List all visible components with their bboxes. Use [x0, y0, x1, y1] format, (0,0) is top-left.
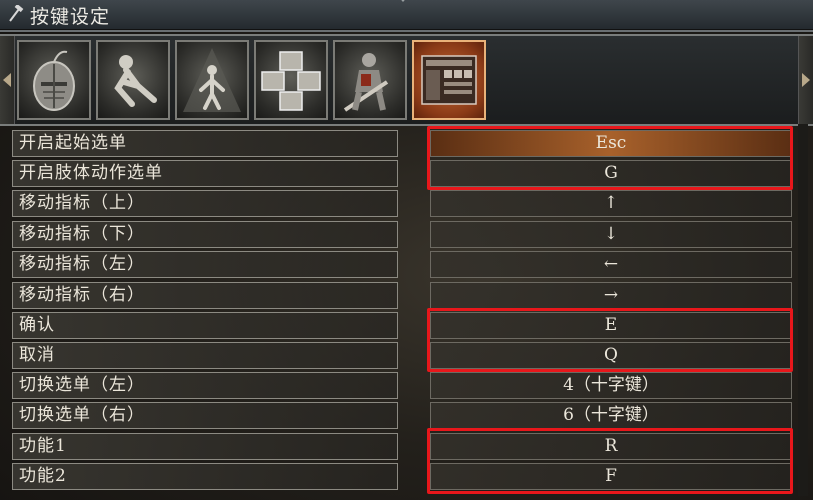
tab-character[interactable] — [175, 40, 249, 120]
tab-gesture[interactable] — [96, 40, 170, 120]
binding-action-label[interactable]: 开启起始选单 — [12, 130, 398, 157]
tab-scroll-left-button[interactable] — [0, 36, 15, 124]
binding-action-label[interactable]: 功能2 — [12, 463, 398, 490]
binding-action-label[interactable]: 取消 — [12, 342, 398, 369]
binding-key-value[interactable]: ↓ — [430, 221, 792, 248]
gesture-icon — [114, 55, 157, 107]
highlight-box — [427, 308, 793, 372]
ornament-icon — [401, 0, 405, 2]
tab-helmet[interactable] — [17, 40, 91, 120]
helmet-icon — [33, 50, 75, 111]
binding-action-label[interactable]: 移动指标（上） — [12, 190, 398, 217]
tab-key-config[interactable] — [412, 40, 486, 120]
tab-strip — [0, 34, 813, 126]
title-bar: 按键设定 — [0, 0, 813, 32]
equipment-slots-icon — [261, 51, 321, 111]
binding-action-label[interactable]: 功能1 — [12, 433, 398, 460]
binding-action-label[interactable]: 确认 — [12, 312, 398, 339]
tab-equipment[interactable] — [254, 40, 328, 120]
binding-action-label[interactable]: 移动指标（下） — [12, 221, 398, 248]
binding-key-value[interactable]: ↑ — [430, 190, 792, 217]
window-title: 按键设定 — [30, 6, 111, 28]
tab-knight[interactable] — [333, 40, 407, 120]
chevron-left-icon — [3, 73, 11, 87]
binding-action-label[interactable]: 切换选单（右） — [12, 402, 398, 429]
binding-action-label[interactable]: 切换选单（左） — [12, 372, 398, 399]
key-config-icon — [421, 55, 477, 105]
binding-key-value[interactable]: ← — [430, 251, 792, 278]
binding-action-label[interactable]: 开启肢体动作选单 — [12, 160, 398, 187]
character-icon — [183, 48, 241, 112]
binding-key-value[interactable]: 6（十字键） — [430, 402, 792, 429]
binding-key-value[interactable]: 4（十字键） — [430, 372, 792, 399]
scrollbar[interactable] — [798, 124, 808, 496]
tab-scroll-right-button[interactable] — [798, 36, 813, 124]
hammer-icon — [9, 5, 24, 22]
binding-action-label[interactable]: 移动指标（左） — [12, 251, 398, 278]
binding-action-label[interactable]: 移动指标（右） — [12, 282, 398, 309]
highlight-box — [427, 428, 793, 494]
highlight-box — [427, 126, 793, 190]
binding-key-value[interactable]: → — [430, 282, 792, 309]
chevron-right-icon — [802, 73, 810, 87]
knight-icon — [343, 53, 389, 112]
